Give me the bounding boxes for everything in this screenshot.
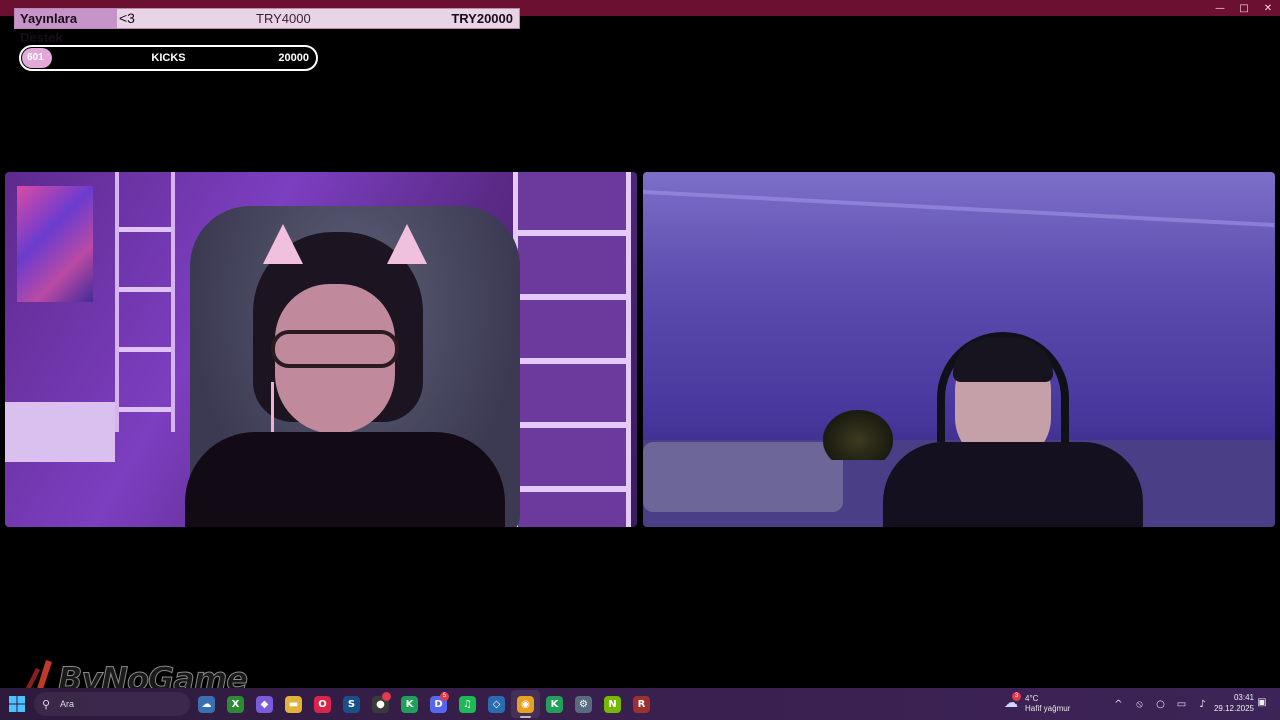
window-controls: — □ ✕	[1208, 0, 1280, 16]
discord-badge: 5	[440, 692, 449, 701]
taskbar-app-discord[interactable]: D5	[424, 690, 453, 718]
search-placeholder: Ara	[60, 699, 75, 709]
steam-icon: S	[343, 695, 360, 713]
taskbar-app-spotify[interactable]: ♫	[453, 690, 482, 718]
file-explorer-icon: ▬	[285, 695, 302, 713]
taskbar-clock[interactable]: 03:41 29.12.2025	[1204, 692, 1254, 714]
donation-goal-bar: Yayınlara Destek <3 TRY4000 TRY20000	[14, 8, 520, 45]
taskbar-app-opera[interactable]: O	[308, 690, 337, 718]
kicks-goal-title: KICKS	[151, 52, 186, 64]
notifications-icon[interactable]: ▣	[1256, 697, 1268, 708]
kick-2-icon: K	[546, 695, 563, 713]
dresser	[5, 402, 115, 462]
weather-temp: 4°C	[1025, 694, 1039, 703]
taskbar-app-widgets[interactable]: ☁	[192, 690, 221, 718]
bookshelf-right	[513, 172, 631, 527]
donation-goal-hearts: <3	[119, 10, 135, 26]
taskbar-search[interactable]: ⚲ Ara	[34, 692, 190, 716]
streamer-left-body	[185, 432, 505, 527]
streamer-left	[175, 224, 505, 527]
taskbar-app-winrar[interactable]: R	[627, 690, 656, 718]
network-off-icon[interactable]: ⦸	[1129, 699, 1150, 710]
glasses	[271, 330, 399, 368]
copilot-icon: ◆	[256, 695, 273, 713]
streamer-right	[883, 332, 1143, 527]
ceiling-molding	[643, 190, 1275, 228]
bookshelf-left	[115, 172, 175, 432]
close-button[interactable]: ✕	[1256, 0, 1280, 16]
active-app-indicator	[520, 716, 531, 718]
taskbar-app-xbox[interactable]: X	[221, 690, 250, 718]
taskbar-app-obs[interactable]: ●	[366, 690, 395, 718]
search-icon: ⚲	[42, 697, 51, 711]
taskbar-app-chrome[interactable]: ◉	[511, 690, 540, 718]
system-tray: ^ ⦸ ○ ▭ ♪	[1108, 688, 1213, 720]
spotify-icon: ♫	[459, 695, 476, 713]
donation-goal-label: Yayınlara Destek	[15, 9, 117, 45]
weather-desc: Hafif yağmur	[1025, 704, 1071, 713]
maximize-button[interactable]: □	[1232, 0, 1256, 16]
sofa-cushion	[643, 442, 843, 512]
clock-date: 29.12.2025	[1213, 704, 1254, 713]
weather-widget[interactable]: ☁ 3 4°C Hafif yağmur	[1004, 691, 1070, 717]
streamer-right-hair	[953, 338, 1053, 382]
taskbar-app-nvidia[interactable]: N	[598, 690, 627, 718]
taskbar: ⚲ Ara ☁ X ◆ ▬ O S ● K D 5 ♫ ◇ ◉ K ⚙ N R	[0, 688, 1280, 720]
webcam-left	[5, 172, 637, 527]
kick-icon: K	[401, 695, 418, 713]
taskbar-app-kick[interactable]: K	[395, 690, 424, 718]
microphone-icon[interactable]: ○	[1150, 699, 1171, 710]
cat-ear-left	[263, 224, 303, 264]
chrome-icon: ◉	[517, 695, 534, 713]
show-hidden-icons-chevron-icon[interactable]: ^	[1108, 699, 1129, 710]
xbox-icon: X	[227, 695, 244, 713]
widgets-icon: ☁	[198, 695, 215, 713]
app-blue-icon: ◇	[488, 695, 505, 713]
kicks-goal-target: 20000	[278, 52, 309, 64]
taskbar-app-kick-2[interactable]: K	[540, 690, 569, 718]
webcam-right	[643, 172, 1275, 527]
weather-icon: ☁ 3	[1004, 692, 1022, 713]
taskbar-app-steam[interactable]: S	[337, 690, 366, 718]
opera-icon: O	[314, 695, 331, 713]
obs-badge	[382, 692, 391, 701]
windows-logo-icon	[9, 696, 25, 712]
donation-goal-target: TRY20000	[451, 11, 513, 26]
clock-time: 03:41	[1233, 693, 1254, 702]
nvidia-icon: N	[604, 695, 621, 713]
taskbar-apps: ☁ X ◆ ▬ O S ● K D 5 ♫ ◇ ◉ K ⚙ N R	[192, 690, 656, 718]
taskbar-app-settings[interactable]: ⚙	[569, 690, 598, 718]
display-icon[interactable]: ▭	[1171, 699, 1192, 710]
taskbar-app-file-explorer[interactable]: ▬	[279, 690, 308, 718]
donation-goal-current: TRY4000	[256, 11, 311, 26]
taskbar-app-copilot[interactable]: ◆	[250, 690, 279, 718]
kicks-goal-bar: 601 KICKS 20000	[19, 45, 318, 71]
streamer-right-body	[883, 442, 1143, 527]
taskbar-app-app-blue[interactable]: ◇	[482, 690, 511, 718]
start-button[interactable]	[0, 688, 34, 720]
weather-text: 4°C Hafif yağmur	[1025, 694, 1070, 714]
winrar-icon: R	[633, 695, 650, 713]
wall-poster	[17, 186, 93, 302]
settings-icon: ⚙	[575, 695, 592, 713]
cat-ear-right	[387, 224, 427, 264]
minimize-button[interactable]: —	[1208, 0, 1232, 16]
weather-badge: 3	[1012, 692, 1021, 701]
